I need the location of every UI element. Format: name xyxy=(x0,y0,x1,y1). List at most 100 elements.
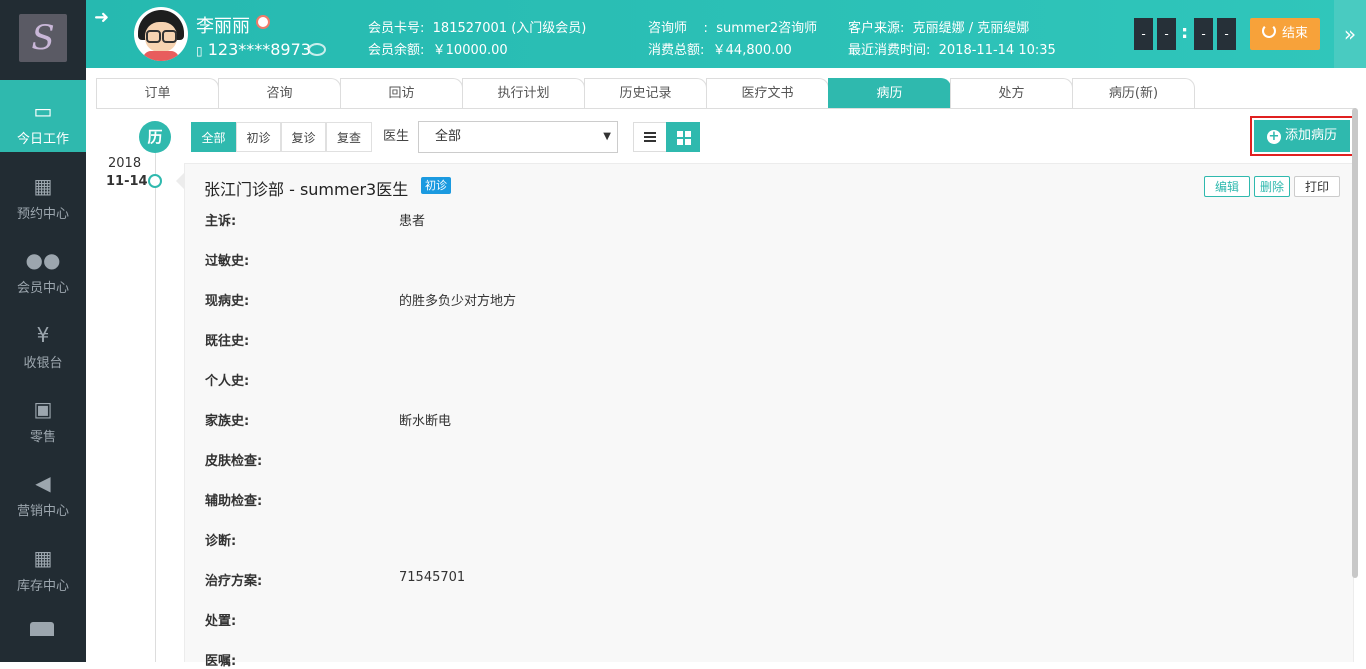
grid-icon: ▦ xyxy=(33,546,53,570)
last-spend-label: 最近消费时间: xyxy=(848,43,931,58)
tab-prescription[interactable]: 处方 xyxy=(950,78,1073,108)
consultant-label: 咨询师 : xyxy=(648,21,708,36)
field-treatment-plan-label: 治疗方案: xyxy=(205,574,263,589)
list-icon xyxy=(644,132,656,142)
customer-name: 李丽丽 xyxy=(196,16,250,37)
record-tabs: 订单 咨询 回访 执行计划 历史记录 医疗文书 病历 处方 病历(新) xyxy=(96,78,1356,109)
timeline-line xyxy=(155,153,156,662)
field-aux-exam-label: 辅助检查: xyxy=(205,494,263,509)
balance-value: ￥10000.00 xyxy=(432,43,508,58)
end-button-label: 结束 xyxy=(1281,26,1308,41)
sidebar-item-label: 营销中心 xyxy=(16,504,69,519)
field-personal-history-label: 个人史: xyxy=(205,374,250,389)
filter-all[interactable]: 全部 xyxy=(191,122,236,152)
card-pointer xyxy=(176,173,184,189)
sidebar-item-marketing[interactable]: ◀ 营销中心 xyxy=(0,452,86,524)
sidebar: S ▭ 今日工作 ▦ 预约中心 ●● 会员中心 ¥ 收银台 ▣ 零售 ◀ 营销中… xyxy=(0,0,86,662)
visit-type-badge: 初诊 xyxy=(421,177,451,194)
card-no-label: 会员卡号: xyxy=(368,21,425,36)
field-family-history-value: 断水断电 xyxy=(399,414,452,429)
field-allergy-label: 过敏史: xyxy=(205,254,250,269)
sidebar-item-label: 零售 xyxy=(29,430,56,445)
tab-orders[interactable]: 订单 xyxy=(96,78,219,108)
power-icon xyxy=(1261,24,1276,38)
doctor-select-value: 全部 xyxy=(435,129,462,144)
card-no-value: 181527001 (入门级会员) xyxy=(432,21,587,36)
timer-separator: : xyxy=(1181,22,1189,43)
filter-revisit[interactable]: 复诊 xyxy=(281,122,326,152)
avatar xyxy=(134,7,188,61)
field-present-illness-label: 现病史: xyxy=(205,294,250,309)
sidebar-item-label: 今日工作 xyxy=(16,132,69,147)
megaphone-icon: ◀ xyxy=(35,471,51,495)
content-scrollbar[interactable] xyxy=(1352,108,1358,578)
tab-medical-docs[interactable]: 医疗文书 xyxy=(706,78,829,108)
source-value: 克丽缇娜 / 克丽缇娜 xyxy=(912,21,1030,36)
end-button[interactable]: 结束 xyxy=(1250,18,1320,50)
timer-digit: - xyxy=(1217,18,1236,50)
source-label: 客户来源: xyxy=(848,21,905,36)
timer-digit: - xyxy=(1134,18,1153,50)
cart-icon: ▣ xyxy=(33,397,53,421)
customer-header: ➜ 李丽丽 ▯ 123****8973 会员卡号: 181527001 (入门级… xyxy=(86,0,1366,68)
total-spend-label: 消费总额: xyxy=(648,43,705,58)
laptop-icon: ▭ xyxy=(33,99,53,123)
double-chevron-right-icon[interactable]: » xyxy=(1334,0,1366,68)
total-spend-info: 消费总额: ￥44,800.00 xyxy=(648,39,792,58)
timeline-date: 11-14 xyxy=(106,174,148,189)
delete-button[interactable]: 删除 xyxy=(1254,176,1290,197)
field-skin-exam-label: 皮肤检查: xyxy=(205,454,263,469)
card-no-info: 会员卡号: 181527001 (入门级会员) xyxy=(368,17,586,36)
filter-first-visit[interactable]: 初诊 xyxy=(236,122,281,152)
vip-badge-icon xyxy=(256,15,270,29)
logo: S xyxy=(19,14,67,62)
medical-record-card xyxy=(184,163,1354,662)
field-family-history-label: 家族史: xyxy=(205,414,250,429)
sidebar-item-label: 预约中心 xyxy=(16,207,69,222)
sidebar-item-label: 会员中心 xyxy=(16,281,69,296)
sidebar-item-inventory[interactable]: ▦ 库存中心 xyxy=(0,527,86,599)
balance-label: 会员余额: xyxy=(368,43,425,58)
sidebar-item-retail[interactable]: ▣ 零售 xyxy=(0,378,86,450)
last-spend-info: 最近消费时间: 2018-11-14 10:35 xyxy=(848,39,1056,58)
source-info: 客户来源: 克丽缇娜 / 克丽缇娜 xyxy=(848,17,1029,36)
grid-view-button[interactable] xyxy=(666,122,700,152)
add-medical-record-button[interactable]: + 添加病历 xyxy=(1250,116,1354,156)
timeline-year: 2018 xyxy=(108,156,142,171)
balance-info: 会员余额: ￥10000.00 xyxy=(368,39,508,58)
doctor-label: 医生 xyxy=(383,129,410,144)
field-doctor-advice-label: 医嘱: xyxy=(205,654,237,669)
caret-down-icon: ▼ xyxy=(603,131,611,142)
filter-recheck[interactable]: 复查 xyxy=(326,122,372,152)
arrow-right-icon[interactable]: ➜ xyxy=(94,8,114,28)
sidebar-item-today-work[interactable]: ▭ 今日工作 xyxy=(0,80,86,152)
briefcase-icon[interactable] xyxy=(30,622,54,636)
timeline-dot xyxy=(148,174,162,188)
tab-followup[interactable]: 回访 xyxy=(340,78,463,108)
doctor-select[interactable]: 全部 ▼ xyxy=(418,121,618,153)
tab-execution-plan[interactable]: 执行计划 xyxy=(462,78,585,108)
timer-digit: - xyxy=(1194,18,1213,50)
consultant-info: 咨询师 : summer2咨询师 xyxy=(648,17,817,36)
tab-history[interactable]: 历史记录 xyxy=(584,78,707,108)
sidebar-item-appointments[interactable]: ▦ 预约中心 xyxy=(0,155,86,227)
customer-phone: ▯ 123****8973 xyxy=(196,40,311,59)
print-button[interactable]: 打印 xyxy=(1294,176,1340,197)
sidebar-item-members[interactable]: ●● 会员中心 xyxy=(0,229,86,301)
consultant-value: summer2咨询师 xyxy=(716,21,818,36)
tab-consult[interactable]: 咨询 xyxy=(218,78,341,108)
total-spend-value: ￥44,800.00 xyxy=(712,43,792,58)
field-present-illness-value: 的胜多负少对方地方 xyxy=(399,294,517,309)
tab-medical-record[interactable]: 病历 xyxy=(828,78,951,108)
history-timeline-icon: 历 xyxy=(139,121,171,153)
list-view-button[interactable] xyxy=(633,122,667,152)
sidebar-item-cashier[interactable]: ¥ 收银台 xyxy=(0,304,86,376)
field-treatment-plan-value: 71545701 xyxy=(399,570,466,585)
field-chief-complaint-label: 主诉: xyxy=(205,214,237,229)
edit-button[interactable]: 编辑 xyxy=(1204,176,1250,197)
field-disposal-label: 处置: xyxy=(205,614,237,629)
phone-number: 123****8973 xyxy=(207,40,311,59)
field-past-history-label: 既往史: xyxy=(205,334,250,349)
eye-icon[interactable] xyxy=(308,43,326,56)
tab-medical-record-new[interactable]: 病历(新) xyxy=(1072,78,1195,108)
